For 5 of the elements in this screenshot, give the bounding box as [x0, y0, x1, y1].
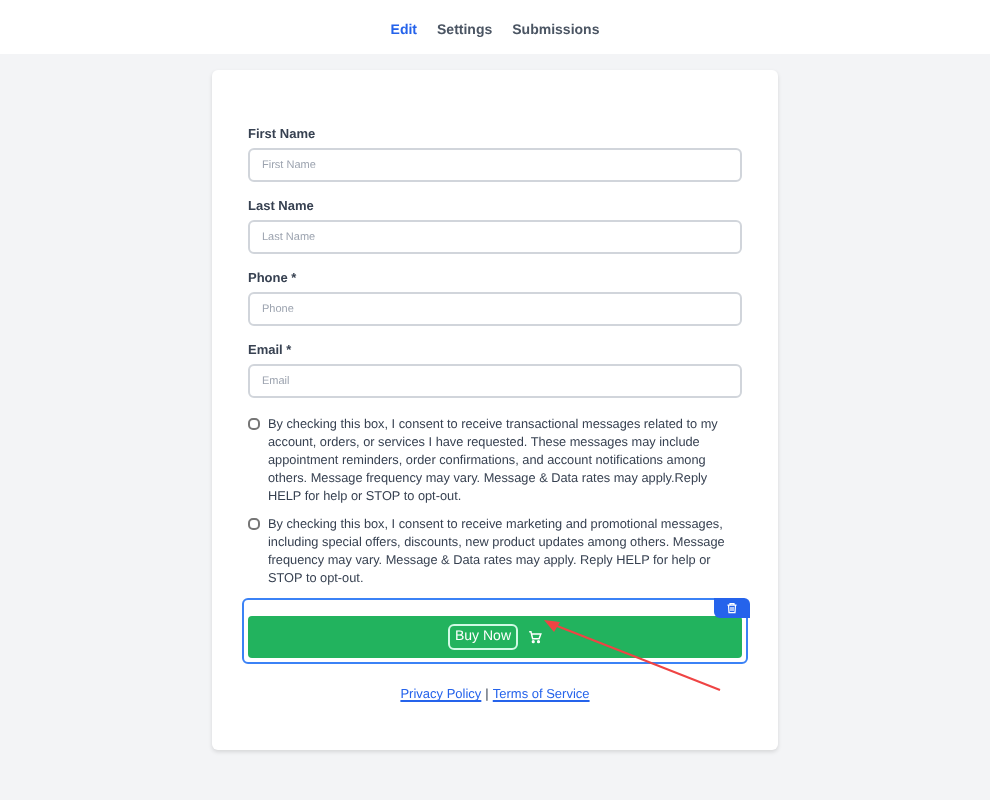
trash-icon — [725, 601, 737, 613]
checkbox[interactable] — [248, 518, 260, 530]
delete-button[interactable] — [713, 597, 749, 617]
checkbox[interactable] — [248, 418, 260, 430]
cart-icon — [527, 630, 541, 644]
